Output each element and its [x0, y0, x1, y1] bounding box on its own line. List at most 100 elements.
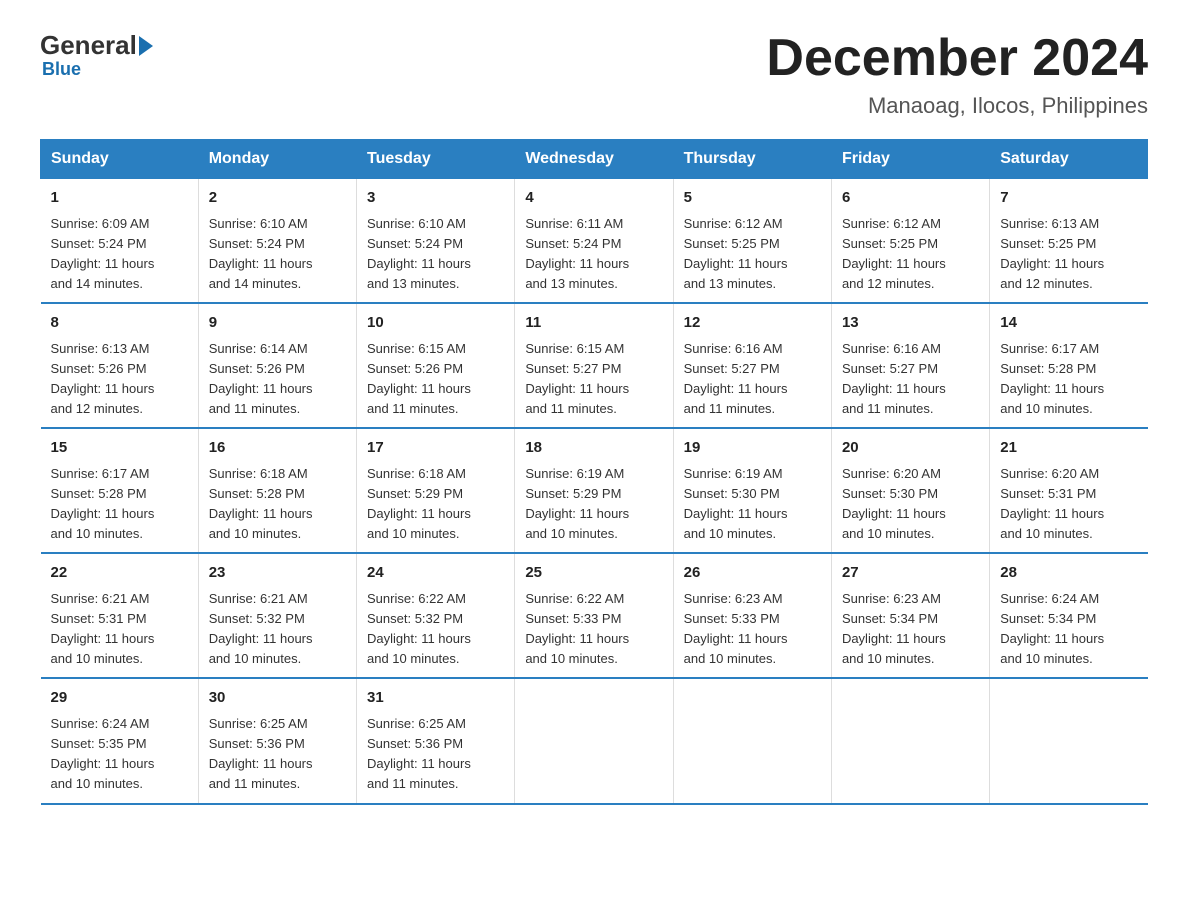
calendar-cell: 26 Sunrise: 6:23 AMSunset: 5:33 PMDayligh… [673, 553, 831, 678]
day-info: Sunrise: 6:21 AMSunset: 5:32 PMDaylight:… [209, 589, 346, 670]
calendar-cell: 2 Sunrise: 6:10 AMSunset: 5:24 PMDaylight… [198, 179, 356, 304]
day-info: Sunrise: 6:16 AMSunset: 5:27 PMDaylight:… [842, 339, 979, 420]
day-info: Sunrise: 6:23 AMSunset: 5:33 PMDaylight:… [684, 589, 821, 670]
logo-arrow-icon [139, 36, 153, 56]
calendar-cell: 19 Sunrise: 6:19 AMSunset: 5:30 PMDayligh… [673, 428, 831, 553]
day-number: 26 [684, 562, 821, 585]
day-info: Sunrise: 6:22 AMSunset: 5:32 PMDaylight:… [367, 589, 504, 670]
day-info: Sunrise: 6:24 AMSunset: 5:34 PMDaylight:… [1000, 589, 1137, 670]
calendar-cell: 31Sunrise: 6:25 AMSunset: 5:36 PMDayligh… [357, 678, 515, 803]
day-info: Sunrise: 6:11 AMSunset: 5:24 PMDaylight:… [525, 214, 662, 295]
day-info: Sunrise: 6:12 AMSunset: 5:25 PMDaylight:… [842, 214, 979, 295]
calendar-cell: 8Sunrise: 6:13 AMSunset: 5:26 PMDaylight… [41, 303, 199, 428]
calendar-cell: 3Sunrise: 6:10 AMSunset: 5:24 PMDaylight… [357, 179, 515, 304]
day-info: Sunrise: 6:16 AMSunset: 5:27 PMDaylight:… [684, 339, 821, 420]
day-number: 7 [1000, 187, 1137, 210]
calendar-week-3: 15 Sunrise: 6:17 AMSunset: 5:28 PMDayligh… [41, 428, 1148, 553]
calendar-cell: 5 Sunrise: 6:12 AMSunset: 5:25 PMDaylight… [673, 179, 831, 304]
day-number: 9 [209, 312, 346, 335]
calendar-cell: 1Sunrise: 6:09 AMSunset: 5:24 PMDaylight… [41, 179, 199, 304]
day-number: 1 [51, 187, 188, 210]
day-info: Sunrise: 6:15 AMSunset: 5:27 PMDaylight:… [525, 339, 662, 420]
day-info: Sunrise: 6:10 AMSunset: 5:24 PMDaylight:… [367, 214, 504, 295]
calendar-cell [673, 678, 831, 803]
calendar-table: SundayMondayTuesdayWednesdayThursdayFrid… [40, 139, 1148, 804]
day-number: 18 [525, 437, 662, 460]
day-info: Sunrise: 6:20 AMSunset: 5:31 PMDaylight:… [1000, 464, 1137, 545]
day-info: Sunrise: 6:19 AMSunset: 5:29 PMDaylight:… [525, 464, 662, 545]
day-info: Sunrise: 6:25 AMSunset: 5:36 PMDaylight:… [367, 714, 504, 795]
subtitle: Manaoag, Ilocos, Philippines [766, 93, 1148, 119]
header-saturday: Saturday [990, 140, 1148, 179]
header-thursday: Thursday [673, 140, 831, 179]
logo-blue: Blue [42, 59, 81, 80]
day-number: 4 [525, 187, 662, 210]
day-number: 27 [842, 562, 979, 585]
day-info: Sunrise: 6:12 AMSunset: 5:25 PMDaylight:… [684, 214, 821, 295]
main-title: December 2024 [766, 30, 1148, 87]
day-number: 12 [684, 312, 821, 335]
header-wednesday: Wednesday [515, 140, 673, 179]
day-number: 28 [1000, 562, 1137, 585]
calendar-week-1: 1Sunrise: 6:09 AMSunset: 5:24 PMDaylight… [41, 179, 1148, 304]
day-number: 6 [842, 187, 979, 210]
day-info: Sunrise: 6:24 AMSunset: 5:35 PMDaylight:… [51, 714, 188, 795]
calendar-cell: 9 Sunrise: 6:14 AMSunset: 5:26 PMDaylight… [198, 303, 356, 428]
calendar-cell: 27Sunrise: 6:23 AMSunset: 5:34 PMDayligh… [831, 553, 989, 678]
calendar-cell: 22 Sunrise: 6:21 AMSunset: 5:31 PMDayligh… [41, 553, 199, 678]
day-number: 24 [367, 562, 504, 585]
day-info: Sunrise: 6:14 AMSunset: 5:26 PMDaylight:… [209, 339, 346, 420]
calendar-cell: 7Sunrise: 6:13 AMSunset: 5:25 PMDaylight… [990, 179, 1148, 304]
logo-text: General [40, 30, 155, 61]
calendar-cell [515, 678, 673, 803]
header-sunday: Sunday [41, 140, 199, 179]
day-info: Sunrise: 6:19 AMSunset: 5:30 PMDaylight:… [684, 464, 821, 545]
calendar-cell: 17Sunrise: 6:18 AMSunset: 5:29 PMDayligh… [357, 428, 515, 553]
calendar-cell: 24 Sunrise: 6:22 AMSunset: 5:32 PMDayligh… [357, 553, 515, 678]
day-number: 20 [842, 437, 979, 460]
header-friday: Friday [831, 140, 989, 179]
day-number: 13 [842, 312, 979, 335]
calendar-cell: 20Sunrise: 6:20 AMSunset: 5:30 PMDayligh… [831, 428, 989, 553]
day-number: 2 [209, 187, 346, 210]
calendar-cell: 29 Sunrise: 6:24 AMSunset: 5:35 PMDayligh… [41, 678, 199, 803]
day-info: Sunrise: 6:17 AMSunset: 5:28 PMDaylight:… [1000, 339, 1137, 420]
calendar-cell: 11Sunrise: 6:15 AMSunset: 5:27 PMDayligh… [515, 303, 673, 428]
day-number: 22 [51, 562, 188, 585]
calendar-week-4: 22 Sunrise: 6:21 AMSunset: 5:31 PMDayligh… [41, 553, 1148, 678]
calendar-cell: 21Sunrise: 6:20 AMSunset: 5:31 PMDayligh… [990, 428, 1148, 553]
day-number: 8 [51, 312, 188, 335]
day-number: 15 [51, 437, 188, 460]
day-info: Sunrise: 6:21 AMSunset: 5:31 PMDaylight:… [51, 589, 188, 670]
day-number: 29 [51, 687, 188, 710]
page-header: General Blue December 2024 Manaoag, Iloc… [40, 30, 1148, 119]
day-info: Sunrise: 6:25 AMSunset: 5:36 PMDaylight:… [209, 714, 346, 795]
day-number: 16 [209, 437, 346, 460]
calendar-cell: 12 Sunrise: 6:16 AMSunset: 5:27 PMDayligh… [673, 303, 831, 428]
day-info: Sunrise: 6:18 AMSunset: 5:28 PMDaylight:… [209, 464, 346, 545]
day-number: 25 [525, 562, 662, 585]
day-number: 14 [1000, 312, 1137, 335]
calendar-cell: 18 Sunrise: 6:19 AMSunset: 5:29 PMDayligh… [515, 428, 673, 553]
calendar-week-5: 29 Sunrise: 6:24 AMSunset: 5:35 PMDayligh… [41, 678, 1148, 803]
day-number: 5 [684, 187, 821, 210]
calendar-cell: 10Sunrise: 6:15 AMSunset: 5:26 PMDayligh… [357, 303, 515, 428]
day-info: Sunrise: 6:22 AMSunset: 5:33 PMDaylight:… [525, 589, 662, 670]
day-number: 19 [684, 437, 821, 460]
calendar-cell: 6 Sunrise: 6:12 AMSunset: 5:25 PMDaylight… [831, 179, 989, 304]
day-info: Sunrise: 6:17 AMSunset: 5:28 PMDaylight:… [51, 464, 188, 545]
calendar-cell: 15 Sunrise: 6:17 AMSunset: 5:28 PMDayligh… [41, 428, 199, 553]
title-area: December 2024 Manaoag, Ilocos, Philippin… [766, 30, 1148, 119]
calendar-cell: 23 Sunrise: 6:21 AMSunset: 5:32 PMDayligh… [198, 553, 356, 678]
day-number: 23 [209, 562, 346, 585]
calendar-cell: 28 Sunrise: 6:24 AMSunset: 5:34 PMDayligh… [990, 553, 1148, 678]
calendar-cell: 4 Sunrise: 6:11 AMSunset: 5:24 PMDaylight… [515, 179, 673, 304]
calendar-cell: 14 Sunrise: 6:17 AMSunset: 5:28 PMDayligh… [990, 303, 1148, 428]
calendar-week-2: 8Sunrise: 6:13 AMSunset: 5:26 PMDaylight… [41, 303, 1148, 428]
day-number: 30 [209, 687, 346, 710]
calendar-cell [990, 678, 1148, 803]
day-info: Sunrise: 6:10 AMSunset: 5:24 PMDaylight:… [209, 214, 346, 295]
header-tuesday: Tuesday [357, 140, 515, 179]
day-info: Sunrise: 6:18 AMSunset: 5:29 PMDaylight:… [367, 464, 504, 545]
calendar-cell: 30 Sunrise: 6:25 AMSunset: 5:36 PMDayligh… [198, 678, 356, 803]
